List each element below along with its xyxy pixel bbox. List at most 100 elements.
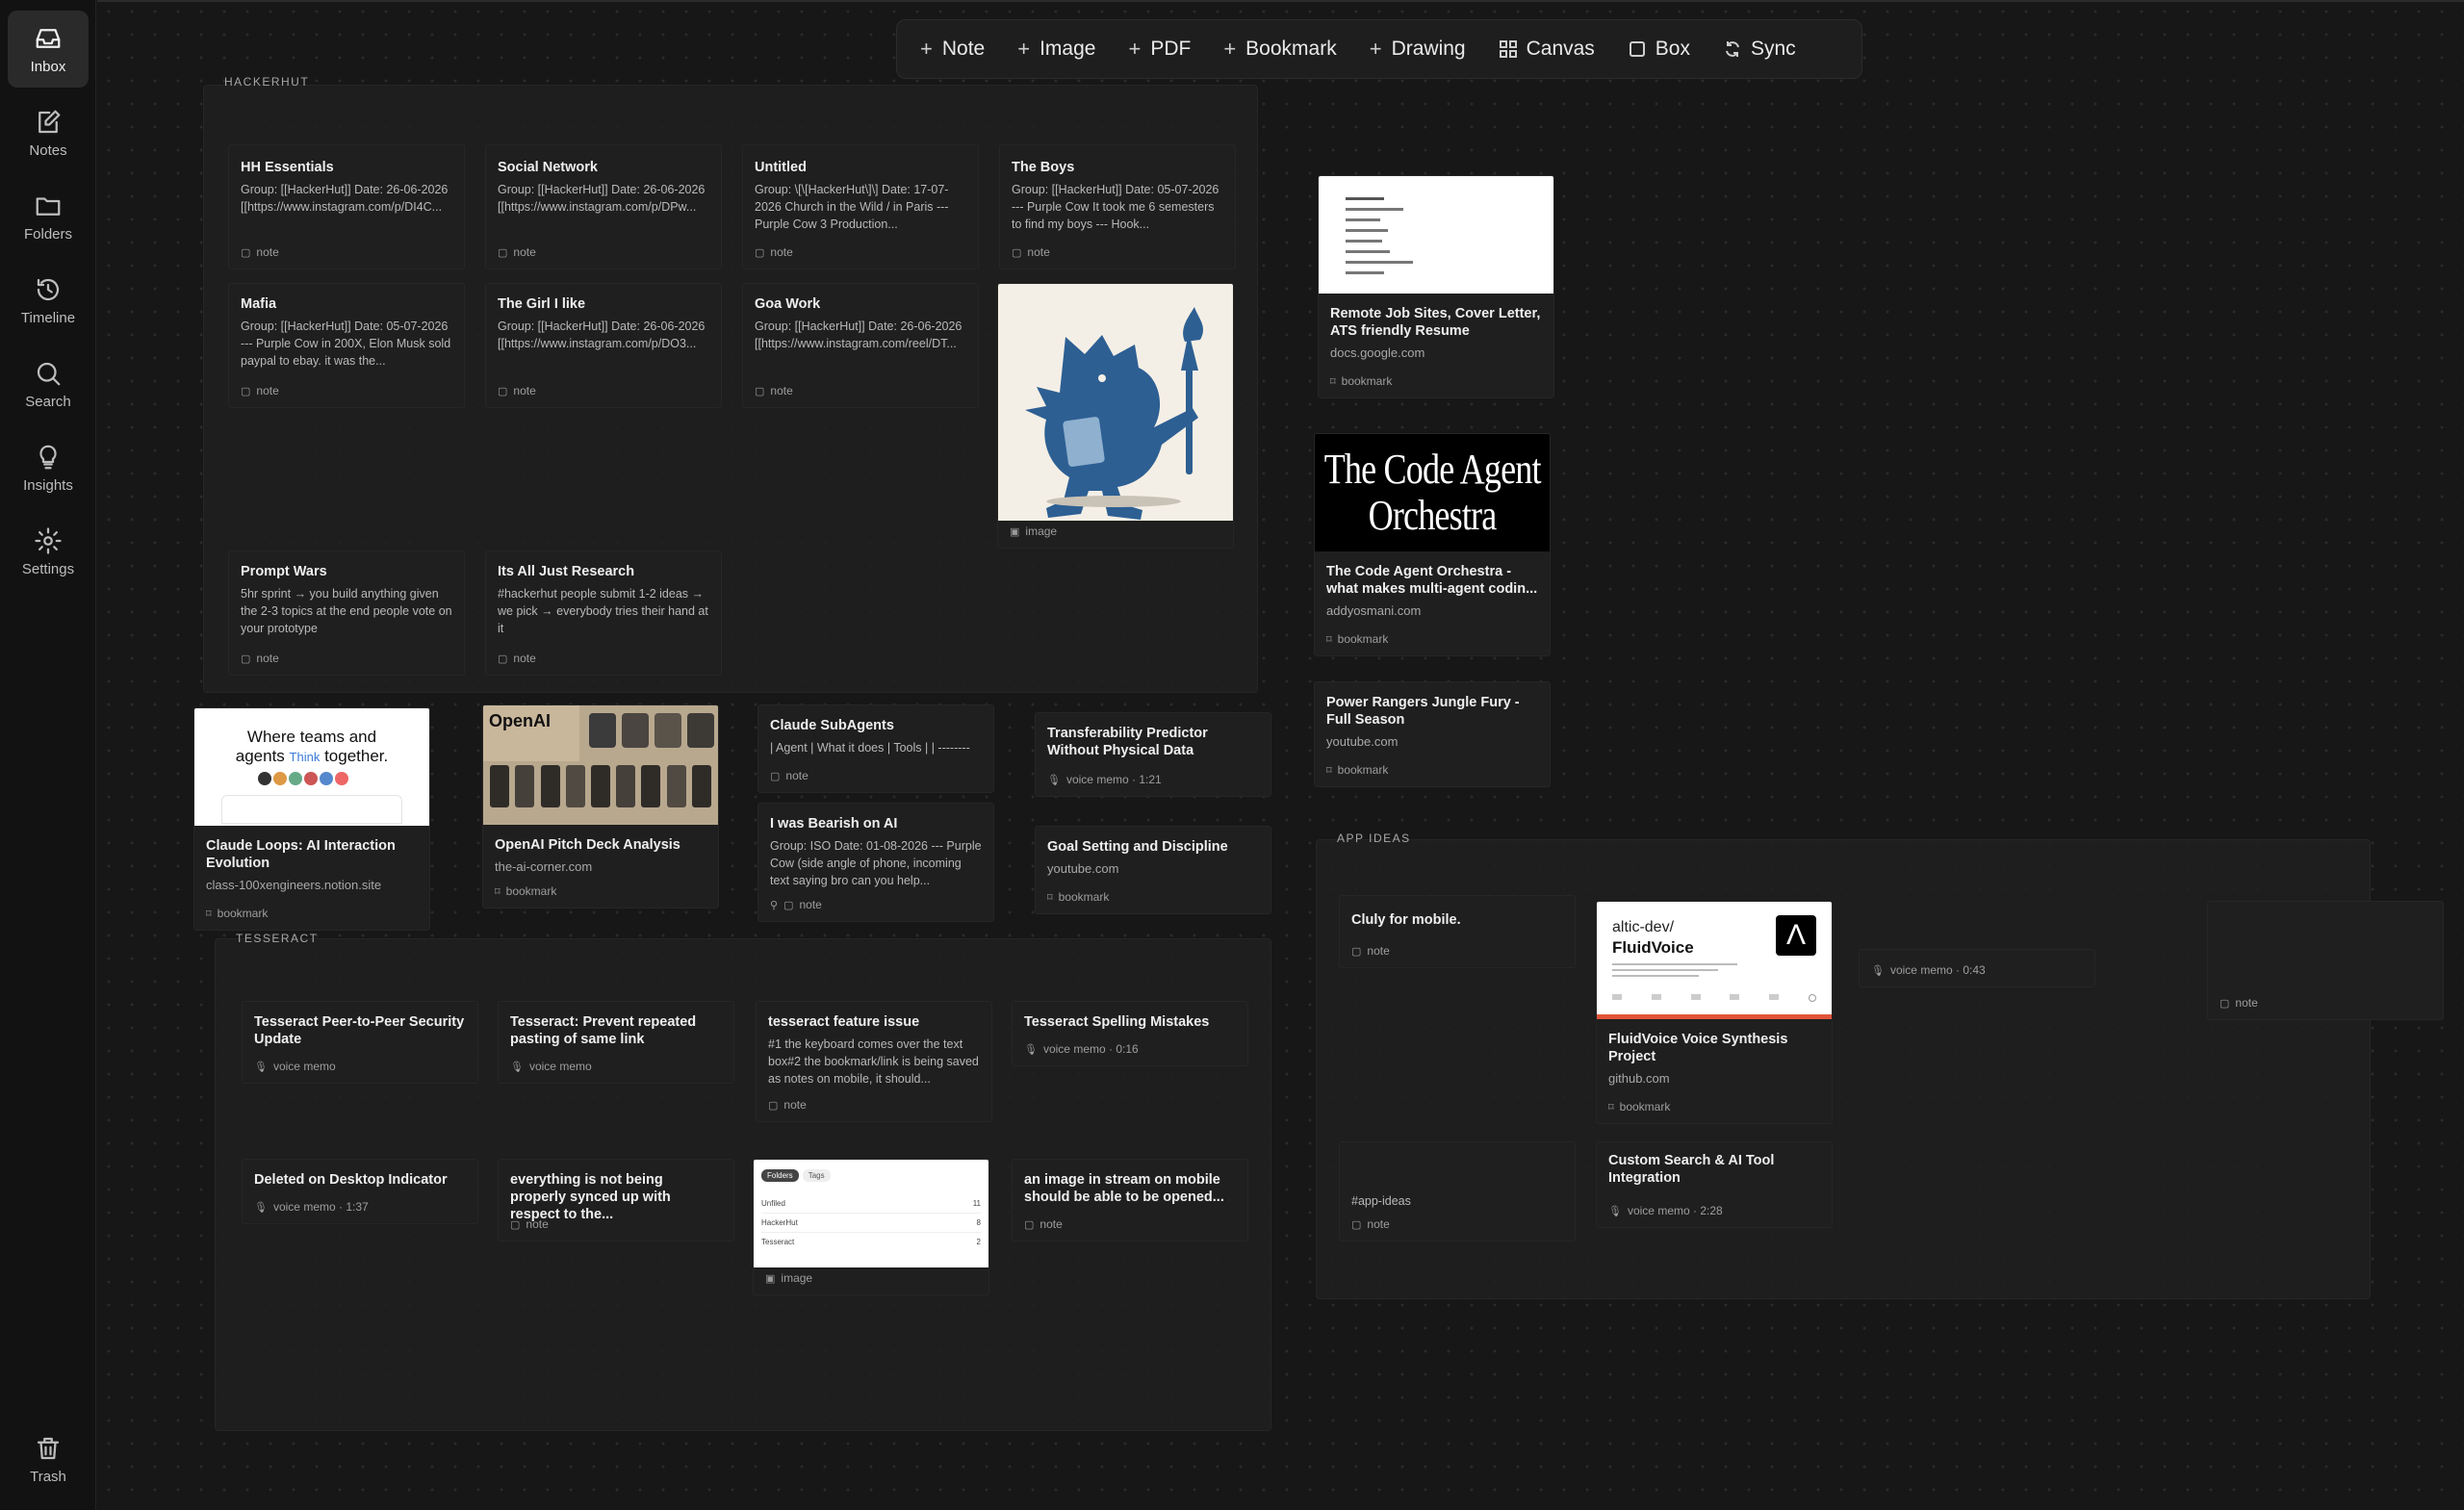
note-card[interactable]: Goa Work Group: [[HackerHut]] Date: 26-0… [742, 283, 979, 408]
row-count: 2 [976, 1238, 981, 1246]
add-pdf-label: PDF [1150, 38, 1192, 60]
sidebar-item-trash[interactable]: Trash [8, 1420, 89, 1497]
voice-memo-card[interactable]: Transferability Predictor Without Physic… [1035, 712, 1271, 797]
note-card[interactable]: #app-ideas ▢ note [1339, 1141, 1576, 1241]
card-meta: ⌑ bookmark [1047, 890, 1109, 904]
microphone-icon: 🎙︎ [254, 1201, 268, 1214]
sidebar-item-label: Timeline [20, 309, 76, 326]
note-card[interactable]: Mafia Group: [[HackerHut]] Date: 05-07-2… [228, 283, 465, 408]
note-card[interactable]: HH Essentials Group: [[HackerHut]] Date:… [228, 144, 465, 269]
voice-memo-card[interactable]: Tesseract: Prevent repeated pasting of s… [498, 1001, 734, 1084]
card-meta: ⌑ bookmark [206, 907, 268, 920]
card-domain: docs.google.com [1330, 346, 1425, 360]
card-type: bookmark [1619, 1100, 1671, 1113]
file-icon: ▢ [510, 1218, 521, 1231]
card-title: an image in stream on mobile should be a… [1024, 1172, 1224, 1205]
card-type: bookmark [1337, 763, 1389, 777]
plus-icon: + [1369, 37, 1382, 61]
add-bookmark-button[interactable]: + Bookmark [1223, 38, 1336, 61]
voice-memo-card[interactable]: 🎙︎ voice memo · 0:43 [1859, 949, 2095, 987]
note-card[interactable]: Its All Just Research #hackerhut people … [485, 550, 722, 676]
card-title: I was Bearish on AI [770, 816, 898, 832]
add-pdf-button[interactable]: + PDF [1128, 38, 1191, 61]
note-card[interactable]: everything is not being properly synced … [498, 1159, 734, 1241]
voice-memo-card[interactable]: Tesseract Spelling Mistakes 🎙︎ voice memo… [1012, 1001, 1248, 1066]
voice-memo-card[interactable]: Custom Search & AI Tool Integration 🎙︎ vo… [1596, 1141, 1833, 1228]
card-meta: ▢ note [755, 245, 793, 259]
plus-icon: + [1223, 37, 1237, 61]
note-card[interactable]: The Boys Group: [[HackerHut]] Date: 05-0… [999, 144, 1236, 269]
file-icon: ▢ [2220, 997, 2230, 1010]
add-canvas-button[interactable]: Canvas [1499, 38, 1595, 61]
bookmark-card[interactable]: Power Rangers Jungle Fury - Full Season … [1314, 681, 1551, 787]
note-card[interactable]: ▢ note [2207, 901, 2444, 1020]
sidebar-item-folders[interactable]: Folders [8, 178, 89, 255]
bookmark-icon: ⌑ [206, 908, 212, 920]
note-card[interactable]: Claude SubAgents | Agent | What it does … [757, 704, 994, 793]
voice-memo-card[interactable]: Deleted on Desktop Indicator 🎙︎ voice mem… [242, 1159, 478, 1224]
card-type: voice memo · 1:21 [1065, 773, 1162, 786]
microphone-icon: 🎙︎ [1871, 964, 1885, 977]
note-card[interactable]: Social Network Group: [[HackerHut]] Date… [485, 144, 722, 269]
card-title: Goal Setting and Discipline [1047, 839, 1228, 855]
sidebar-item-search[interactable]: Search [8, 346, 89, 422]
card-domain: addyosmani.com [1326, 603, 1422, 618]
note-card[interactable]: Untitled Group: \[\[HackerHut\]\] Date: … [742, 144, 979, 269]
sidebar-item-insights[interactable]: Insights [8, 429, 89, 506]
card-body: #app-ideas [1351, 1194, 1411, 1208]
sidebar-item-notes[interactable]: Notes [8, 94, 89, 171]
folders-screenshot: Folders Tags Unfiled 11 HackerHut 8 Tesser… [754, 1160, 988, 1267]
sidebar-item-timeline[interactable]: Timeline [8, 262, 89, 339]
add-note-button[interactable]: + Note [920, 38, 985, 61]
note-card[interactable]: The Girl I like Group: [[HackerHut]] Dat… [485, 283, 722, 408]
group-label-tesseract: TESSERACT [236, 932, 319, 945]
row-count: 11 [972, 1199, 981, 1208]
sidebar-item-label: Trash [30, 1468, 66, 1485]
card-title: Tesseract Spelling Mistakes [1024, 1014, 1210, 1030]
card-type: voice memo · 0:43 [1889, 963, 1986, 977]
history-icon [37, 278, 60, 300]
bookmark-card[interactable]: OpenAI OpenAI Pitch Deck Analysis the-ai… [482, 704, 719, 909]
image-card[interactable]: ▣ image [997, 283, 1234, 549]
add-drawing-button[interactable]: + Drawing [1370, 38, 1466, 61]
sync-button[interactable]: Sync [1723, 38, 1796, 61]
bookmark-card[interactable]: Where teams and agents Think together. C… [193, 707, 430, 931]
note-card[interactable]: tesseract feature issue #1 the keyboard … [756, 1001, 992, 1122]
card-type: note [785, 769, 808, 782]
bookmark-icon: ⌑ [1326, 633, 1332, 646]
mascot-image [998, 284, 1233, 521]
screenshot-row: Unfiled 11 [761, 1194, 981, 1214]
mascot-illustration [1025, 307, 1204, 520]
thumb-text: agents [235, 747, 285, 765]
note-card[interactable]: an image in stream on mobile should be a… [1012, 1159, 1248, 1241]
image-card[interactable]: Folders Tags Unfiled 11 HackerHut 8 Tesser… [753, 1159, 989, 1295]
bookmark-icon: ⌑ [1326, 764, 1332, 777]
file-icon: ▢ [241, 246, 251, 259]
canvas[interactable]: + Note + Image + PDF + Bookmark + Drawing Can… [97, 0, 2464, 1510]
bookmark-card[interactable]: Remote Job Sites, Cover Letter, ATS frie… [1318, 175, 1554, 398]
card-title: Remote Job Sites, Cover Letter, ATS frie… [1330, 306, 1541, 339]
add-image-button[interactable]: + Image [1017, 38, 1095, 61]
card-type: note [256, 384, 279, 397]
bookmark-card[interactable]: altic-dev/ FluidVoice Λ FluidVoice Voice… [1596, 901, 1833, 1124]
note-card[interactable]: Prompt Wars 5hr sprint → you build anyth… [228, 550, 465, 676]
note-card[interactable]: Cluly for mobile. ▢ note [1339, 895, 1576, 968]
card-meta: ▢ note [241, 245, 279, 259]
card-body: Group: [[HackerHut]] Date: 26-06-2026 [[… [498, 320, 706, 350]
add-box-button[interactable]: Box [1628, 38, 1690, 61]
card-meta: ▢ note [755, 384, 793, 397]
screenshot-tabs: Folders Tags [761, 1169, 831, 1182]
bookmark-card[interactable]: Goal Setting and Discipline youtube.com … [1035, 826, 1271, 914]
sidebar-item-inbox[interactable]: Inbox [8, 11, 89, 88]
card-meta: ▢ note [1351, 944, 1390, 958]
add-image-label: Image [1040, 38, 1096, 60]
sidebar-item-settings[interactable]: Settings [8, 513, 89, 590]
bookmark-card[interactable]: The Code Agent Orchestra The Code Agent … [1314, 433, 1551, 656]
voice-memo-card[interactable]: Tesseract Peer-to-Peer Security Update 🎙… [242, 1001, 478, 1084]
card-title: Cluly for mobile. [1351, 912, 1461, 928]
microphone-icon: 🎙︎ [254, 1061, 268, 1073]
repo-name: FluidVoice [1612, 938, 1694, 957]
card-body: Group: [[HackerHut]] Date: 05-07-2026 --… [241, 320, 451, 368]
note-card[interactable]: I was Bearish on AI Group: ISO Date: 01-… [757, 803, 994, 922]
screenshot-tab: Tags [802, 1169, 831, 1182]
